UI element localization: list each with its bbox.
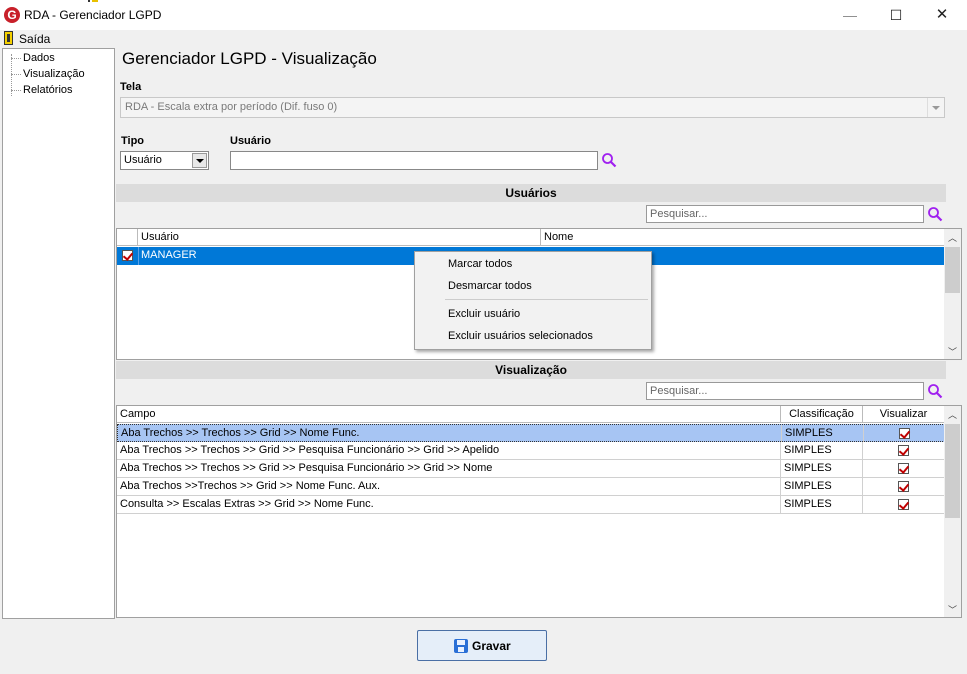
context-menu: Marcar todos Desmarcar todos Excluir usu… bbox=[414, 251, 652, 350]
menu-bar bbox=[0, 30, 967, 47]
tree-item-dados[interactable]: Dados bbox=[23, 52, 55, 64]
table-row[interactable]: Consulta >> Escalas Extras >> Grid >> No… bbox=[117, 496, 945, 514]
tela-select[interactable]: RDA - Escala extra por período (Dif. fus… bbox=[120, 97, 945, 118]
vis-cell-classificacao: SIMPLES bbox=[781, 478, 863, 495]
vis-cell-campo: Aba Trechos >> Trechos >> Grid >> Pesqui… bbox=[117, 442, 781, 459]
tree-connector bbox=[11, 90, 21, 91]
table-row[interactable]: Aba Trechos >> Trechos >> Grid >> Nome F… bbox=[117, 424, 945, 442]
navigation-tree: Dados Visualização Relatórios bbox=[2, 48, 115, 619]
visualizar-checkbox[interactable] bbox=[898, 463, 909, 474]
search-icon[interactable] bbox=[601, 152, 617, 168]
menu-exit[interactable]: Saída bbox=[19, 32, 50, 46]
table-row[interactable]: Aba Trechos >> Trechos >> Grid >> Pesqui… bbox=[117, 442, 945, 460]
ctx-excluir-usuario[interactable]: Excluir usuário bbox=[448, 308, 520, 320]
visualizar-checkbox[interactable] bbox=[899, 428, 910, 439]
chevron-down-icon[interactable]: ﹀ bbox=[944, 603, 961, 616]
chevron-down-icon[interactable] bbox=[192, 153, 207, 168]
window-title: RDA - Gerenciador LGPD bbox=[24, 8, 162, 22]
search-icon[interactable] bbox=[927, 206, 943, 222]
save-button-label: Gravar bbox=[472, 639, 511, 653]
scroll-thumb[interactable] bbox=[945, 424, 960, 518]
usuario-label: Usuário bbox=[230, 135, 271, 147]
vis-cell-classificacao: SIMPLES bbox=[781, 496, 863, 513]
maximize-button[interactable]: ☐ bbox=[873, 0, 919, 30]
users-scrollbar[interactable]: ︿ ﹀ bbox=[944, 229, 961, 359]
search-icon[interactable] bbox=[927, 383, 943, 399]
tipo-label: Tipo bbox=[121, 135, 145, 147]
exit-door-icon[interactable] bbox=[4, 31, 13, 45]
vis-cell-classificacao: SIMPLES bbox=[781, 442, 863, 459]
scroll-thumb[interactable] bbox=[945, 247, 960, 293]
ctx-separator bbox=[445, 299, 648, 300]
users-col-nome[interactable]: Nome bbox=[541, 229, 945, 246]
users-cell-usuario: MANAGER bbox=[141, 249, 197, 261]
usuario-input[interactable] bbox=[230, 151, 598, 170]
ctx-marcar-todos[interactable]: Marcar todos bbox=[448, 258, 512, 270]
vis-col-visualizar[interactable]: Visualizar bbox=[863, 406, 945, 423]
visualizar-checkbox[interactable] bbox=[898, 481, 909, 492]
taskbar-fragment bbox=[88, 0, 90, 2]
users-search-input[interactable] bbox=[646, 205, 924, 223]
taskbar-fragment-yellow bbox=[92, 0, 98, 2]
vis-section-header: Visualização bbox=[116, 361, 946, 379]
users-section-header: Usuários bbox=[116, 184, 946, 202]
visualizar-checkbox[interactable] bbox=[898, 499, 909, 510]
users-grid-check-header bbox=[117, 229, 138, 246]
minimize-button[interactable]: — bbox=[827, 0, 873, 30]
vis-search-input[interactable] bbox=[646, 382, 924, 400]
vis-cell-campo: Aba Trechos >> Trechos >> Grid >> Nome F… bbox=[118, 425, 782, 442]
chevron-down-icon[interactable] bbox=[927, 98, 944, 117]
vis-cell-campo: Aba Trechos >> Trechos >> Grid >> Pesqui… bbox=[117, 460, 781, 477]
vis-grid: Campo Classificação Visualizar Aba Trech… bbox=[116, 405, 962, 618]
chevron-up-icon[interactable]: ︿ bbox=[944, 231, 961, 244]
table-row[interactable]: Aba Trechos >> Trechos >> Grid >> Pesqui… bbox=[117, 460, 945, 478]
vis-cell-classificacao: SIMPLES bbox=[781, 460, 863, 477]
close-button[interactable]: ✕ bbox=[919, 0, 965, 30]
tela-label: Tela bbox=[120, 81, 142, 93]
tree-item-visualizacao[interactable]: Visualização bbox=[23, 68, 85, 80]
save-disk-icon bbox=[454, 639, 468, 653]
vis-cell-campo: Aba Trechos >>Trechos >> Grid >> Nome Fu… bbox=[117, 478, 781, 495]
vis-col-classificacao[interactable]: Classificação bbox=[781, 406, 863, 423]
save-button[interactable]: Gravar bbox=[417, 630, 547, 661]
tipo-select[interactable]: Usuário bbox=[120, 151, 209, 170]
chevron-down-icon[interactable]: ﹀ bbox=[944, 345, 961, 358]
ctx-desmarcar-todos[interactable]: Desmarcar todos bbox=[448, 280, 532, 292]
row-checkbox[interactable] bbox=[122, 250, 133, 261]
table-row[interactable]: Aba Trechos >>Trechos >> Grid >> Nome Fu… bbox=[117, 478, 945, 496]
app-logo-icon: G bbox=[4, 7, 20, 23]
vis-col-campo[interactable]: Campo bbox=[117, 406, 781, 423]
tree-connector bbox=[11, 74, 21, 75]
vis-cell-campo: Consulta >> Escalas Extras >> Grid >> No… bbox=[117, 496, 781, 513]
tela-select-value: RDA - Escala extra por período (Dif. fus… bbox=[125, 101, 338, 113]
tipo-select-value: Usuário bbox=[124, 154, 162, 166]
tree-connector bbox=[11, 58, 21, 59]
users-col-usuario[interactable]: Usuário bbox=[138, 229, 541, 246]
tree-item-relatorios[interactable]: Relatórios bbox=[23, 84, 73, 96]
page-title: Gerenciador LGPD - Visualização bbox=[122, 49, 377, 68]
vis-scrollbar[interactable]: ︿ ﹀ bbox=[944, 406, 961, 617]
vis-cell-classificacao: SIMPLES bbox=[782, 425, 864, 442]
chevron-up-icon[interactable]: ︿ bbox=[944, 408, 961, 421]
visualizar-checkbox[interactable] bbox=[898, 445, 909, 456]
ctx-excluir-selecionados[interactable]: Excluir usuários selecionados bbox=[448, 330, 593, 342]
